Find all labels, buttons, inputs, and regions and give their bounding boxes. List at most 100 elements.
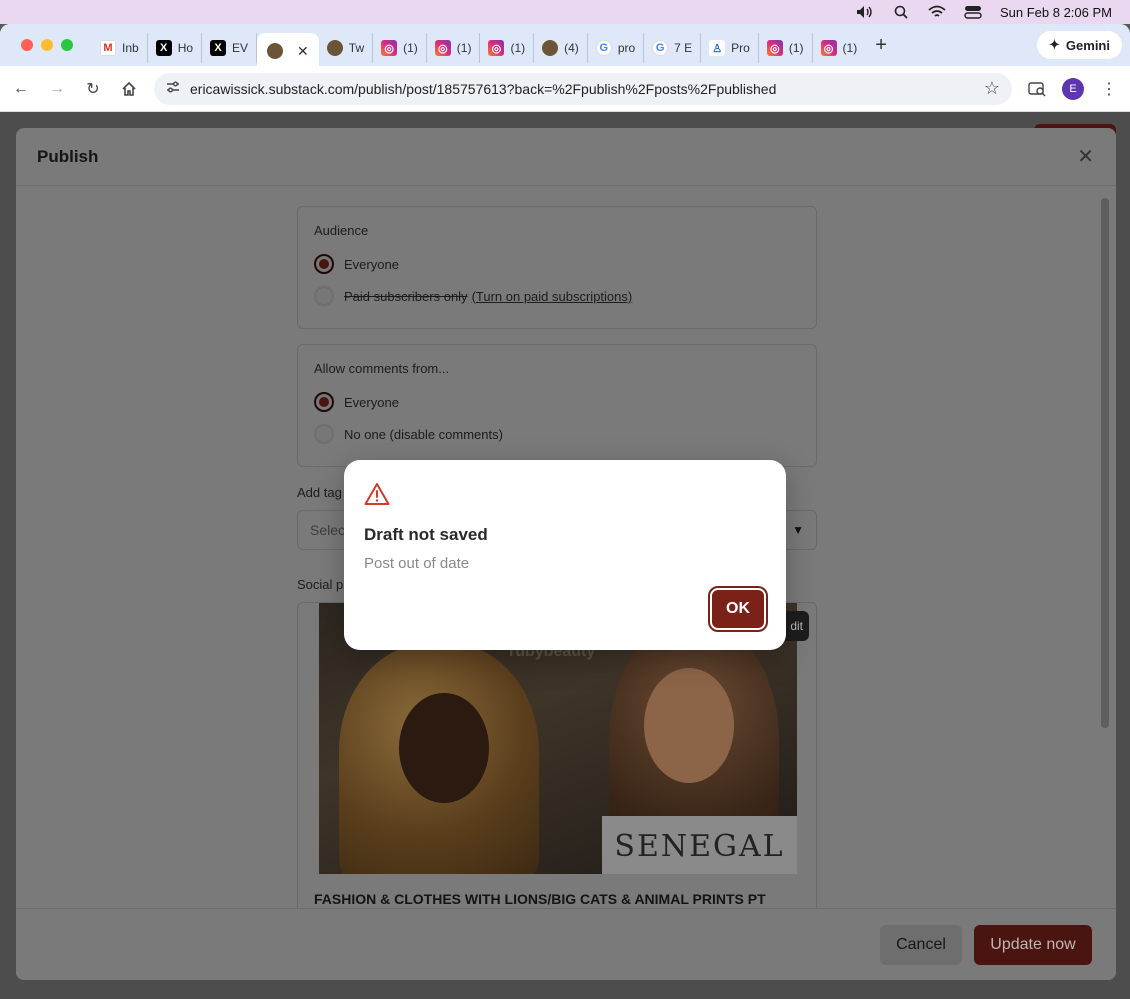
ok-button[interactable]: OK <box>708 586 768 632</box>
tab-substack[interactable]: (4) <box>534 33 588 63</box>
tab-x[interactable]: X Ho <box>148 33 203 63</box>
reload-icon[interactable]: ↻ <box>82 78 104 100</box>
instagram-icon: ◎ <box>766 40 783 56</box>
instagram-icon: ◎ <box>488 40 505 56</box>
tab-x[interactable]: X EV <box>202 33 258 63</box>
audience-option-everyone[interactable]: Everyone <box>314 248 800 280</box>
tab-label: (1) <box>788 41 804 55</box>
gemini-label: Gemini <box>1065 37 1110 53</box>
tab-label: pro <box>617 41 636 55</box>
bookmark-star-icon[interactable]: ☆ <box>984 78 1000 99</box>
home-icon[interactable] <box>118 78 140 100</box>
update-now-button[interactable]: Update now <box>974 925 1092 965</box>
publish-modal-title: Publish <box>37 146 99 166</box>
x-icon: X <box>210 40 227 56</box>
radio-unselected[interactable] <box>314 286 334 306</box>
tab-label: EV <box>232 41 249 55</box>
instagram-icon: ◎ <box>820 40 837 56</box>
tab-label: (1) <box>456 41 472 55</box>
volume-icon[interactable] <box>856 5 874 19</box>
tab-label: Ho <box>177 41 194 55</box>
gmail-icon: M <box>100 40 116 56</box>
modal-scrollbar[interactable] <box>1101 198 1109 728</box>
cancel-button[interactable]: Cancel <box>880 925 962 965</box>
tab-instagram[interactable]: ◎ (1) <box>480 33 535 63</box>
tabs: M Inb X Ho X EV ✕ Tw ◎ (1) ◎ (1) ◎ (1) (4) Gpr… <box>92 24 887 69</box>
google-icon: G <box>595 40 612 56</box>
spotlight-search-icon[interactable] <box>892 5 910 19</box>
minimize-window-button[interactable] <box>41 39 53 51</box>
tab-substack-active[interactable]: ✕ <box>257 33 319 69</box>
tab-gmail[interactable]: M Inb <box>92 33 148 63</box>
more-menu-icon[interactable]: ⋮ <box>1098 78 1120 100</box>
tab-google[interactable]: Gpro <box>588 33 645 63</box>
close-window-button[interactable] <box>21 39 33 51</box>
tab-pr[interactable]: ♙ Pro <box>701 33 759 63</box>
tab-instagram[interactable]: ◎ (1) <box>427 33 481 63</box>
tab-label: Pro <box>731 41 750 55</box>
substack-icon <box>267 43 284 59</box>
control-center-icon[interactable] <box>964 5 982 19</box>
tab-close-icon[interactable]: ✕ <box>297 43 309 60</box>
image-face <box>399 693 489 803</box>
option-label: Everyone <box>344 394 399 410</box>
site-settings-icon[interactable] <box>166 80 180 97</box>
tags-label: Add tag <box>297 485 342 500</box>
menubar-clock[interactable]: Sun Feb 8 2:06 PM <box>1000 5 1112 20</box>
window-controls <box>0 39 92 51</box>
instagram-icon: ◎ <box>381 40 398 56</box>
social-preview-card: rubybeauty SENEGAL dit FASHION & CLOTHES… <box>297 602 817 922</box>
dropdown-caret-icon: ▼ <box>792 523 804 537</box>
tab-instagram[interactable]: ◎ (1) <box>813 33 866 63</box>
pr-icon: ♙ <box>709 40 726 56</box>
tab-strip: M Inb X Ho X EV ✕ Tw ◎ (1) ◎ (1) ◎ (1) (4) Gpr… <box>0 24 1130 69</box>
comments-option-none[interactable]: No one (disable comments) <box>314 418 800 450</box>
turn-on-paid-link[interactable]: (Turn on paid subscriptions) <box>472 289 633 304</box>
tab-instagram[interactable]: ◎ (1) <box>759 33 813 63</box>
google-icon: G <box>652 40 669 56</box>
browser-toolbar: ← → ↻ ericawissick.substack.com/publish/… <box>0 66 1130 112</box>
forward-arrow-icon[interactable]: → <box>46 78 68 100</box>
image-face <box>644 668 734 783</box>
comments-label: Allow comments from... <box>314 361 450 376</box>
substack-icon <box>326 40 343 56</box>
tab-label: (1) <box>403 41 418 55</box>
macos-menubar: Sun Feb 8 2:06 PM <box>0 0 1130 24</box>
warning-icon <box>364 483 390 505</box>
tab-label: Tw <box>348 41 365 55</box>
tab-label: Inb <box>122 41 139 55</box>
x-icon: X <box>155 40 172 56</box>
comments-card: Allow comments from... Everyone No one (… <box>297 344 817 467</box>
close-icon[interactable]: ✕ <box>1077 144 1094 169</box>
comments-option-everyone[interactable]: Everyone <box>314 386 800 418</box>
instagram-icon: ◎ <box>434 40 451 56</box>
audience-option-paid[interactable]: Paid subscribers only (Turn on paid subs… <box>314 280 800 312</box>
back-arrow-icon[interactable]: ← <box>10 78 32 100</box>
image-person-left <box>339 643 539 874</box>
radio-selected[interactable] <box>314 392 334 412</box>
social-preview-title: FASHION & CLOTHES WITH LIONS/BIG CATS & … <box>314 891 766 907</box>
audience-label: Audience <box>314 223 369 238</box>
address-bar[interactable]: ericawissick.substack.com/publish/post/1… <box>154 72 1012 105</box>
tab-label: (1) <box>510 41 526 55</box>
tab-search-icon[interactable] <box>1026 78 1048 100</box>
zoom-window-button[interactable] <box>61 39 73 51</box>
audience-card: Audience Everyone Paid subscribers only … <box>297 206 817 329</box>
radio-selected[interactable] <box>314 254 334 274</box>
new-tab-button[interactable]: + <box>875 34 887 57</box>
wifi-icon[interactable] <box>928 5 946 19</box>
publish-modal-footer: Cancel Update now <box>16 908 1116 980</box>
radio-unselected[interactable] <box>314 424 334 444</box>
profile-avatar[interactable]: E <box>1062 77 1084 100</box>
tab-google[interactable]: G 7 E <box>644 33 702 63</box>
option-label: Everyone <box>344 256 399 272</box>
tab-label: 7 E <box>674 41 693 55</box>
tab-instagram[interactable]: ◎ (1) <box>373 33 427 63</box>
dialog-title: Draft not saved <box>364 525 488 544</box>
image-sign: SENEGAL <box>602 816 797 874</box>
tab-substack[interactable]: Tw <box>319 33 374 63</box>
tab-label: (1) <box>842 41 858 55</box>
url-text[interactable]: ericawissick.substack.com/publish/post/1… <box>190 81 974 97</box>
dialog-message: Post out of date <box>364 555 470 572</box>
gemini-button[interactable]: ✦ Gemini <box>1037 31 1122 59</box>
